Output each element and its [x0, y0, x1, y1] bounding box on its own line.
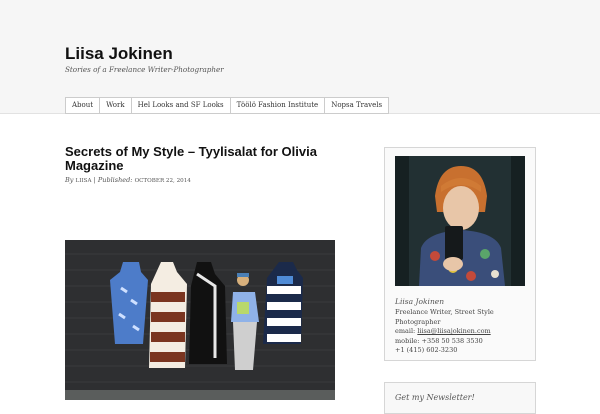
email-link[interactable]: liisa@liisajokinen.com: [417, 327, 490, 335]
main-nav: About Work Hel Looks and SF Looks Töölö …: [65, 97, 390, 114]
author-details: Freelance Writer, Street Style Photograp…: [395, 308, 527, 356]
site-description: Stories of a Freelance Writer-Photograph…: [65, 65, 224, 74]
byline-author[interactable]: LIISA: [76, 178, 92, 184]
byline-separator: | Published:: [93, 176, 133, 184]
post-byline: By LIISA | Published: OCTOBER 22, 2014: [65, 176, 191, 184]
byline-prefix: By: [65, 176, 74, 184]
nav-item-work[interactable]: Work: [99, 97, 132, 114]
author-email-line: email: liisa@liisajokinen.com: [395, 327, 527, 337]
site-header: Liisa Jokinen Stories of a Freelance Wri…: [0, 0, 600, 114]
nav-item-toolo-fashion[interactable]: Töölö Fashion Institute: [229, 97, 326, 114]
author-phone: +1 (415) 602-3230: [395, 346, 458, 354]
nav-item-hel-looks[interactable]: Hel Looks and SF Looks: [130, 97, 231, 114]
author-portrait: [395, 156, 525, 286]
nav-item-nopsa-travels[interactable]: Nopsa Travels: [324, 97, 390, 114]
newsletter-title: Get my Newsletter!: [395, 393, 475, 402]
author-card: Liisa Jokinen Freelance Writer, Street S…: [384, 147, 536, 361]
author-role: Freelance Writer, Street Style Photograp…: [395, 308, 494, 326]
newsletter-widget: Get my Newsletter!: [384, 382, 536, 414]
post-image-illustration: [65, 240, 335, 400]
nav-item-about[interactable]: About: [65, 97, 101, 114]
site-title[interactable]: Liisa Jokinen: [65, 44, 173, 64]
author-portrait-illustration: [395, 156, 525, 286]
author-mobile: mobile: +358 50 538 3530: [395, 336, 483, 345]
post-image[interactable]: [65, 240, 335, 400]
author-name: Liisa Jokinen: [395, 297, 445, 306]
post-title[interactable]: Secrets of My Style – Tyylisalat for Oli…: [65, 145, 365, 173]
email-label: email:: [395, 327, 416, 335]
byline-date: OCTOBER 22, 2014: [134, 178, 191, 184]
